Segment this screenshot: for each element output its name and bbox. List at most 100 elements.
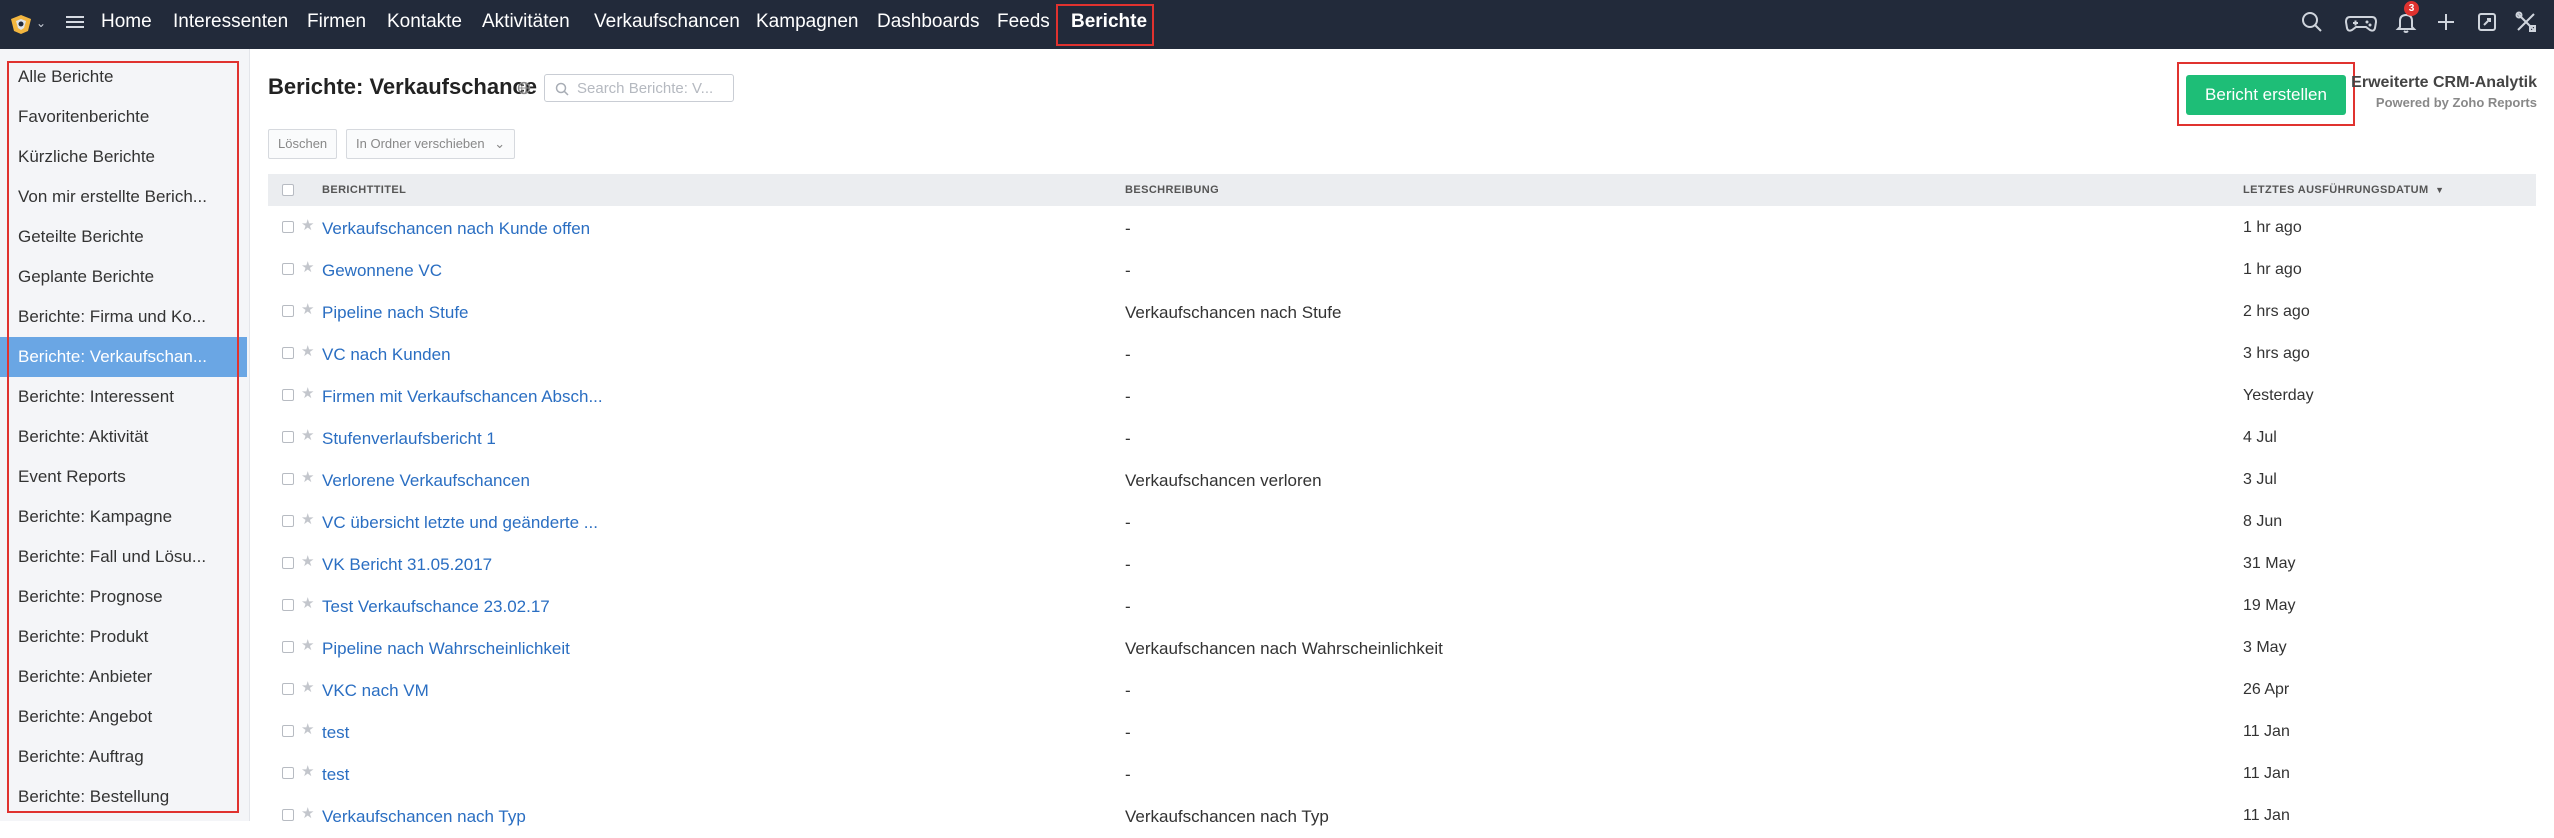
row-checkbox[interactable] [282, 389, 294, 401]
report-title-link[interactable]: Firmen mit Verkaufschancen Absch... [322, 387, 603, 407]
row-checkbox[interactable] [282, 431, 294, 443]
row-checkbox[interactable] [282, 641, 294, 653]
star-icon[interactable]: ★ [301, 678, 314, 696]
report-description: - [1125, 555, 1131, 574]
star-icon[interactable]: ★ [301, 342, 314, 360]
star-icon[interactable]: ★ [301, 468, 314, 486]
row-checkbox[interactable] [282, 473, 294, 485]
report-description: - [1125, 597, 1131, 616]
row-checkbox[interactable] [282, 599, 294, 611]
report-description: Verkaufschancen nach Stufe [1125, 303, 1342, 322]
compose-icon[interactable] [2473, 8, 2501, 36]
tools-icon[interactable] [2512, 8, 2540, 36]
nav-firmen[interactable]: Firmen [307, 0, 366, 45]
table-row: ★ Verlorene Verkaufschancen Verkaufschance… [268, 460, 2536, 502]
report-last-run-date: 31 May [2243, 555, 2296, 572]
delete-button[interactable]: Löschen [268, 129, 338, 159]
table-header: BERICHTTITEL BESCHREIBUNG LETZTES AUSFÜH… [268, 174, 2536, 206]
row-checkbox[interactable] [282, 347, 294, 359]
table-row: ★ test - 11 Jan [268, 712, 2536, 754]
report-title-link[interactable]: VKC nach VM [322, 681, 429, 701]
row-checkbox[interactable] [282, 515, 294, 527]
nav-aktivitaeten[interactable]: Aktivitäten [482, 0, 570, 45]
crm-analytics-link[interactable]: Erweiterte CRM-Analytik [2351, 74, 2537, 92]
table-row: ★ Gewonnene VC - 1 hr ago [268, 250, 2536, 292]
zoho-crm-logo-icon[interactable] [8, 11, 34, 37]
globe-icon [517, 81, 531, 95]
report-title-link[interactable]: test [322, 723, 349, 743]
nav-kampagnen[interactable]: Kampagnen [756, 0, 858, 45]
nav-berichte[interactable]: Berichte [1071, 0, 1147, 45]
row-checkbox[interactable] [282, 683, 294, 695]
nav-interessenten[interactable]: Interessenten [173, 0, 288, 45]
menu-icon[interactable] [66, 13, 84, 29]
report-title-link[interactable]: Gewonnene VC [322, 261, 442, 281]
star-icon[interactable]: ★ [301, 636, 314, 654]
star-icon[interactable]: ★ [301, 720, 314, 738]
plus-icon[interactable] [2432, 8, 2460, 36]
report-title-link[interactable]: test [322, 765, 349, 785]
report-title-link[interactable]: VC nach Kunden [322, 345, 451, 365]
create-report-button[interactable]: Bericht erstellen [2186, 75, 2346, 115]
report-description: - [1125, 681, 1131, 700]
table-row: ★ Stufenverlaufsbericht 1 - 4 Jul [268, 418, 2536, 460]
nav-feeds[interactable]: Feeds [997, 0, 1050, 45]
star-icon[interactable]: ★ [301, 300, 314, 318]
row-checkbox[interactable] [282, 557, 294, 569]
nav-home[interactable]: Home [101, 0, 152, 45]
report-last-run-date: Yesterday [2243, 387, 2314, 404]
chevron-down-icon[interactable]: ⌄ [36, 16, 46, 30]
row-checkbox[interactable] [282, 809, 294, 821]
report-title-link[interactable]: Pipeline nach Stufe [322, 303, 469, 323]
star-icon[interactable]: ★ [301, 216, 314, 234]
column-header-title[interactable]: BERICHTTITEL [322, 174, 406, 206]
nav-kontakte[interactable]: Kontakte [387, 0, 462, 45]
column-header-last-run-label: LETZTES AUSFÜHRUNGSDATUM [2243, 184, 2429, 196]
report-last-run-date: 3 Jul [2243, 471, 2277, 488]
report-title-link[interactable]: Verlorene Verkaufschancen [322, 471, 530, 491]
nav-dashboards[interactable]: Dashboards [877, 0, 979, 45]
column-header-last-run[interactable]: LETZTES AUSFÜHRUNGSDATUM ▼ [2243, 174, 2444, 206]
star-icon[interactable]: ★ [301, 804, 314, 822]
report-description: Verkaufschancen nach Typ [1125, 807, 1329, 826]
table-row: ★ Pipeline nach Wahrscheinlichkeit Verkauf… [268, 628, 2536, 670]
report-title-link[interactable]: VC übersicht letzte und geänderte ... [322, 513, 598, 533]
search-box[interactable] [544, 74, 734, 102]
star-icon[interactable]: ★ [301, 384, 314, 402]
nav-verkaufschancen[interactable]: Verkaufschancen [594, 0, 740, 45]
star-icon[interactable]: ★ [301, 258, 314, 276]
table-row: ★ Verkaufschancen nach Typ Verkaufschancen… [268, 796, 2536, 838]
report-description: - [1125, 723, 1131, 742]
row-checkbox[interactable] [282, 263, 294, 275]
report-title-link[interactable]: Pipeline nach Wahrscheinlichkeit [322, 639, 570, 659]
table-row: ★ Pipeline nach Stufe Verkaufschancen nach… [268, 292, 2536, 334]
move-to-folder-button[interactable]: In Ordner verschieben ⌄ [346, 129, 516, 159]
select-all-checkbox[interactable] [282, 184, 294, 196]
search-input[interactable] [577, 78, 727, 98]
star-icon[interactable]: ★ [301, 552, 314, 570]
star-icon[interactable]: ★ [301, 510, 314, 528]
report-last-run-date: 8 Jun [2243, 513, 2283, 530]
row-checkbox[interactable] [282, 221, 294, 233]
report-description: - [1125, 765, 1131, 784]
row-checkbox[interactable] [282, 305, 294, 317]
report-title-link[interactable]: Test Verkaufschance 23.02.17 [322, 597, 550, 617]
sort-desc-icon: ▼ [2435, 185, 2445, 195]
column-header-description[interactable]: BESCHREIBUNG [1125, 174, 1219, 206]
row-checkbox[interactable] [282, 725, 294, 737]
search-icon[interactable] [2298, 8, 2326, 36]
star-icon[interactable]: ★ [301, 594, 314, 612]
report-title-link[interactable]: Verkaufschancen nach Typ [322, 807, 526, 827]
report-title-link[interactable]: Stufenverlaufsbericht 1 [322, 429, 496, 449]
row-checkbox[interactable] [282, 767, 294, 779]
report-description: Verkaufschancen verloren [1125, 471, 1322, 490]
gamepad-icon[interactable] [2344, 8, 2378, 36]
report-description: Verkaufschancen nach Wahrscheinlichkeit [1125, 639, 1443, 658]
report-title-link[interactable]: Verkaufschancen nach Kunde offen [322, 219, 590, 239]
report-title-link[interactable]: VK Bericht 31.05.2017 [322, 555, 492, 575]
star-icon[interactable]: ★ [301, 426, 314, 444]
report-last-run-date: 1 hr ago [2243, 219, 2302, 236]
star-icon[interactable]: ★ [301, 762, 314, 780]
report-last-run-date: 3 May [2243, 639, 2287, 656]
report-description: - [1125, 219, 1131, 238]
